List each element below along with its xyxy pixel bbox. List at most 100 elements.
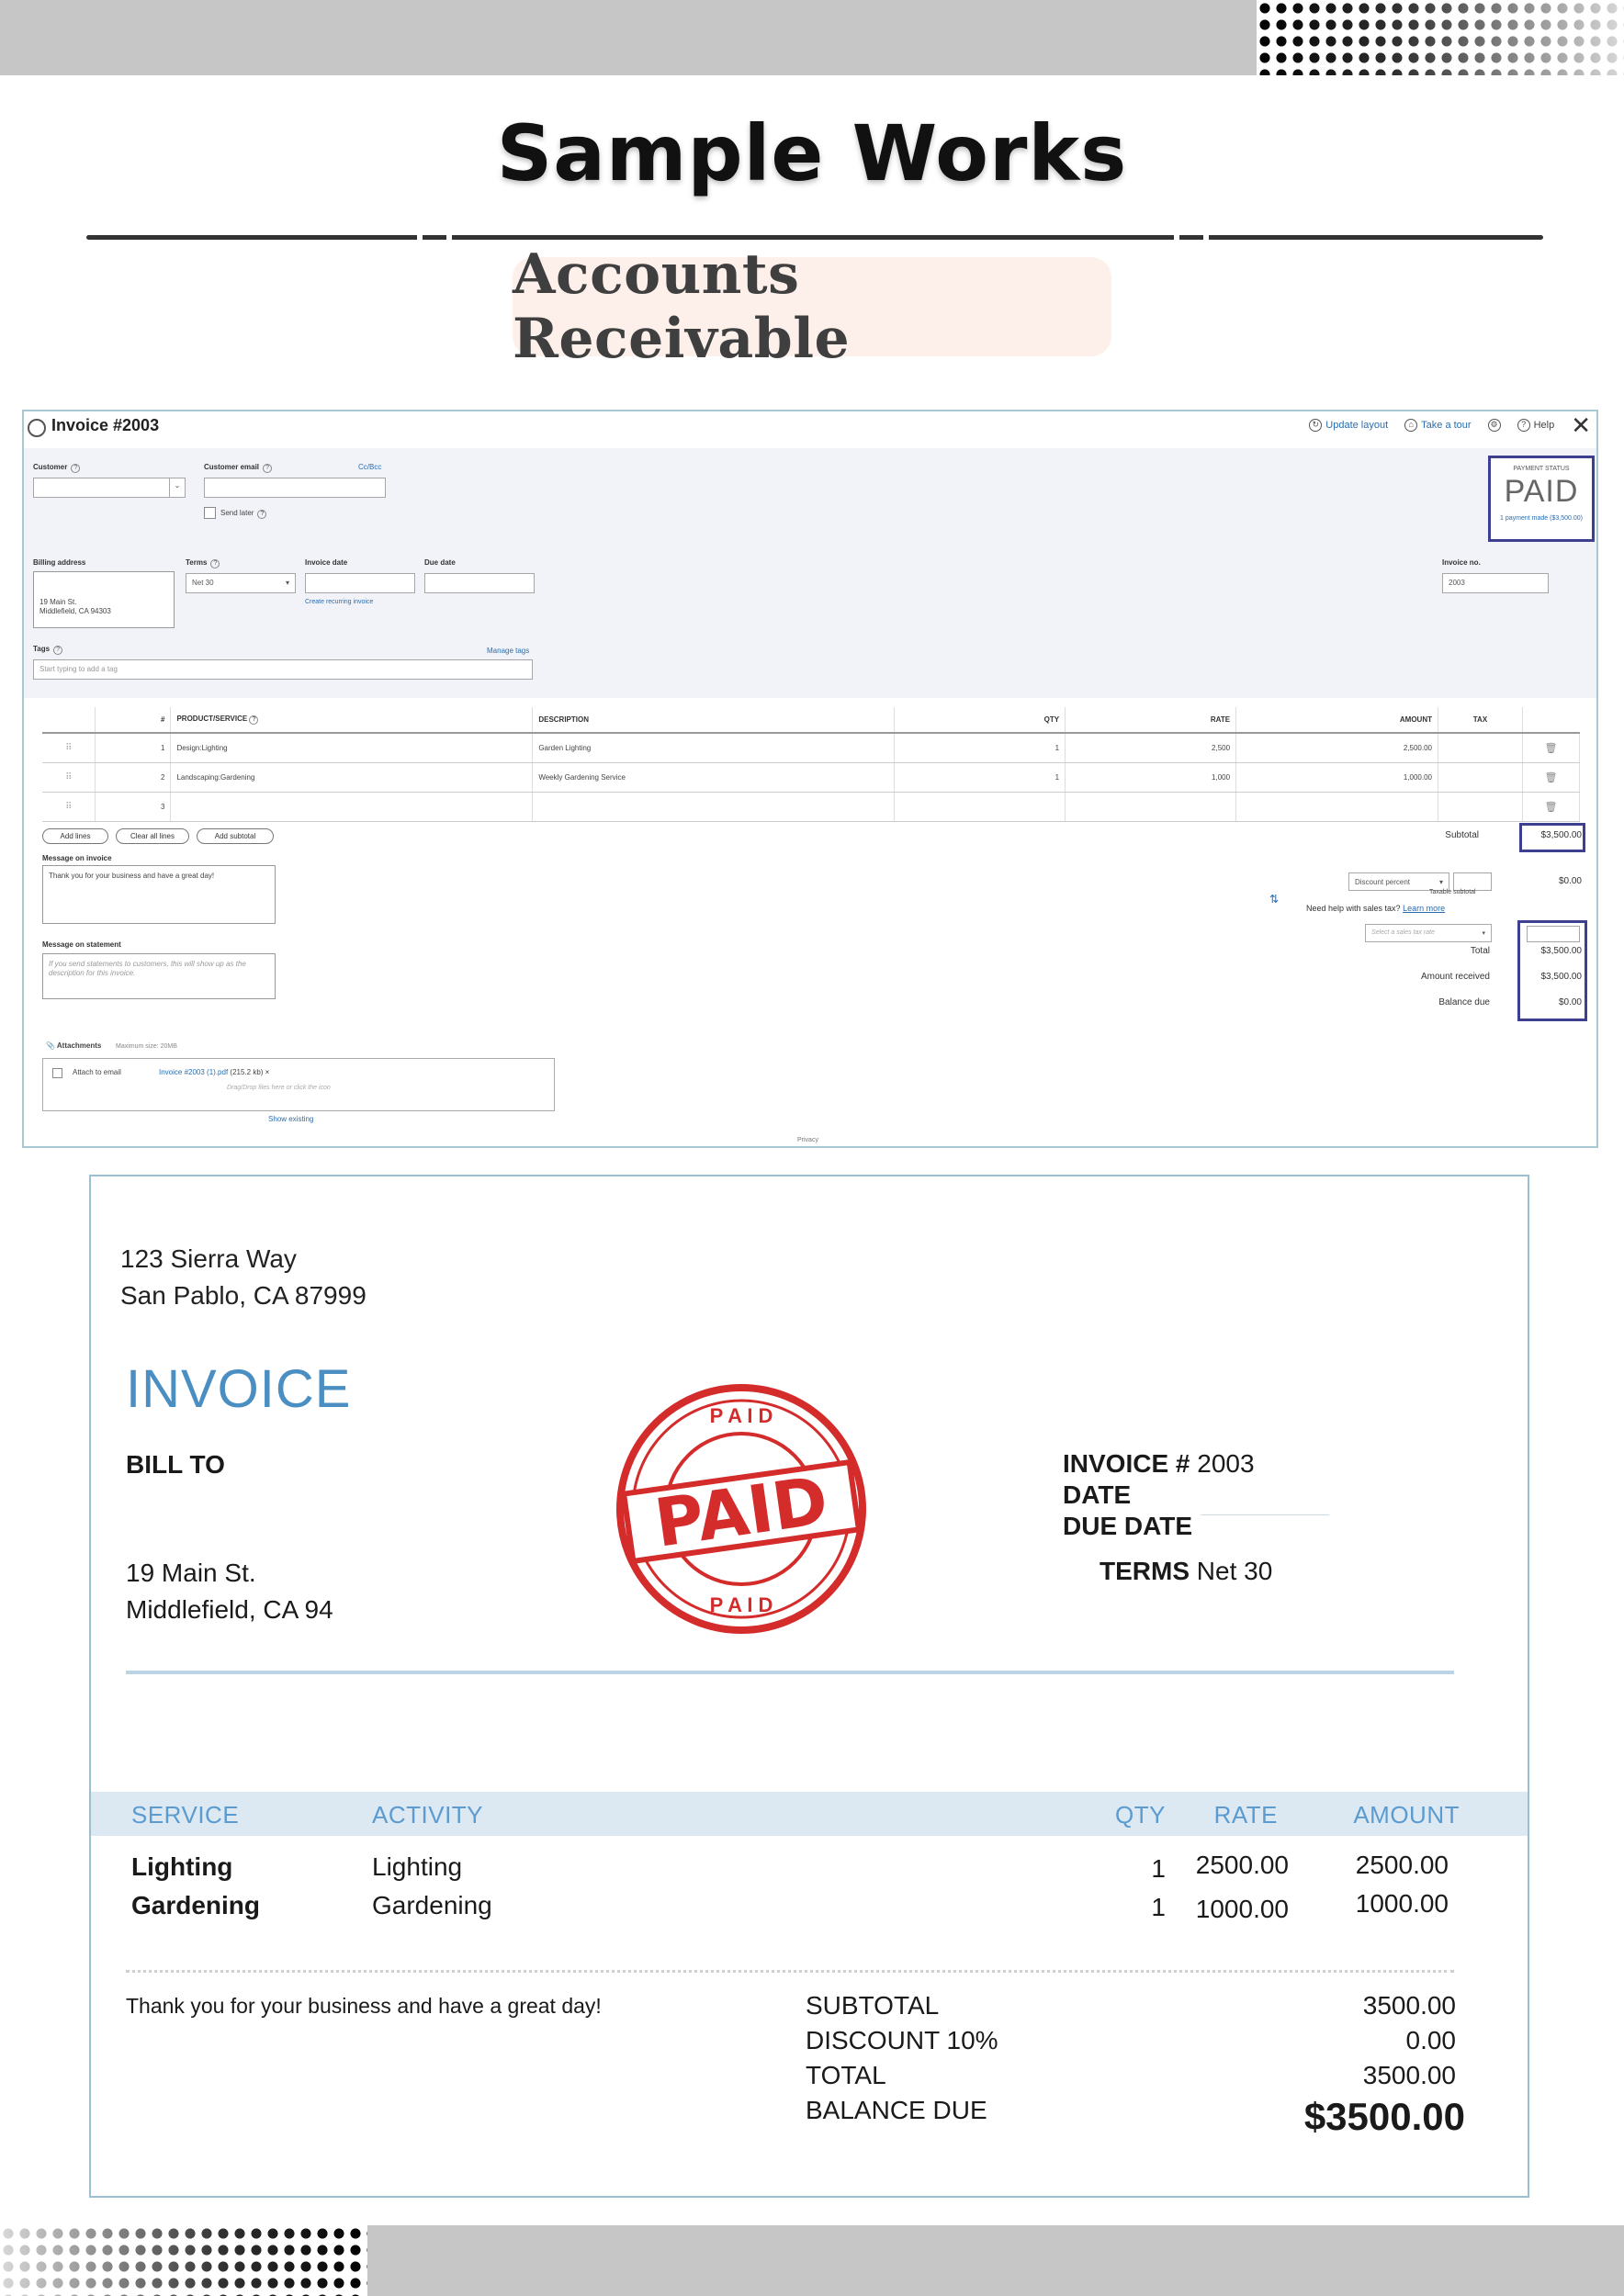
col-tax: TAX (1438, 707, 1523, 734)
message-invoice-field[interactable]: Thank you for your business and have a g… (42, 865, 276, 924)
take-tour-button[interactable]: ⌂ Take a tour (1404, 419, 1472, 432)
customer-select[interactable] (33, 478, 186, 498)
editor-title: Invoice #2003 (51, 416, 160, 434)
rate-cell[interactable]: 1,000 (1065, 762, 1237, 793)
amount-received-label: Amount received (1420, 972, 1490, 982)
attach-email-checkbox[interactable] (52, 1068, 62, 1078)
attachment-file-link[interactable]: Invoice #2003 (1).pdf (215.2 kb) × (159, 1068, 269, 1076)
stamp-ring-top: P A I D (710, 1404, 773, 1427)
customer-email-input[interactable] (204, 478, 386, 498)
payment-status-value: PAID (1504, 474, 1579, 509)
total-label: Total (1470, 946, 1490, 956)
line-activity: Gardening (372, 1891, 492, 1919)
product-cell[interactable]: Landscaping:Gardening (170, 762, 534, 793)
terms-select[interactable]: Net 30 ▾ (186, 573, 296, 593)
add-subtotal-button[interactable]: Add subtotal (197, 828, 274, 844)
stamp-ring-bottom: P A I D (710, 1593, 773, 1616)
tax-cell[interactable] (1438, 733, 1523, 763)
message-statement-field[interactable]: If you send statements to customers, thi… (42, 953, 276, 999)
due-date-label: Due date (424, 558, 456, 567)
invoice-title: INVOICE (126, 1359, 352, 1419)
add-lines-button[interactable]: Add lines (42, 828, 108, 844)
discount-input[interactable] (1453, 872, 1492, 891)
amount-cell[interactable] (1235, 792, 1438, 822)
customer-label: Customer? (33, 463, 81, 473)
description-cell[interactable] (532, 792, 896, 822)
line-rate: 2500.00 (1195, 1851, 1289, 1879)
learn-more-link[interactable]: Learn more (1403, 904, 1445, 913)
total-value: 3500.00 (1362, 2061, 1456, 2089)
amount-cell[interactable]: 1,000.00 (1235, 762, 1438, 793)
clear-lines-button[interactable]: Clear all lines (116, 828, 189, 844)
line-service: Lighting (131, 1852, 233, 1881)
close-icon[interactable]: ✕ (1571, 413, 1591, 437)
send-later-checkbox[interactable] (204, 507, 216, 519)
invoice-no-label: Invoice no. (1442, 558, 1481, 567)
section-pill: Accounts Receivable (513, 242, 1111, 371)
tax-cell[interactable] (1438, 762, 1523, 793)
qty-cell[interactable] (894, 792, 1066, 822)
due-date-input[interactable] (424, 573, 535, 593)
table-row[interactable]: ⠿ 3 🗑 (42, 792, 1581, 822)
cc-bcc-link[interactable]: Cc/Bcc (358, 463, 381, 471)
description-cell[interactable]: Garden Lighting (532, 733, 896, 763)
table-row[interactable]: ⠿ 1 Design:Lighting Garden Lighting 1 2,… (42, 733, 1581, 763)
drag-handle-icon[interactable]: ⠿ (42, 792, 96, 822)
sales-tax-rate-select[interactable]: Select a sales tax rate ▾ (1365, 924, 1492, 942)
drop-hint: Drag/Drop files here or click the icon (227, 1085, 331, 1091)
table-row[interactable]: ⠿ 2 Landscaping:Gardening Weekly Gardeni… (42, 762, 1581, 793)
balance-due-value: $3500.00 (1303, 2095, 1465, 2138)
terms-value: Net 30 (1196, 1557, 1273, 1585)
history-icon[interactable] (28, 419, 46, 437)
qty-cell[interactable]: 1 (894, 733, 1066, 763)
billing-address-field[interactable]: 19 Main St. Middlefield, CA 94303 (33, 571, 175, 628)
rate-cell[interactable] (1065, 792, 1237, 822)
invoice-number: 2003 (1197, 1449, 1255, 1478)
attachment-dropzone[interactable]: Attach to email Invoice #2003 (1).pdf (2… (42, 1058, 555, 1111)
tour-icon: ⌂ (1404, 419, 1418, 432)
description-cell[interactable]: Weekly Gardening Service (532, 762, 896, 793)
amount-cell[interactable]: 2,500.00 (1235, 733, 1438, 763)
chevron-down-icon[interactable]: ⌄ (169, 478, 186, 498)
tax-cell[interactable] (1438, 792, 1523, 822)
help-button[interactable]: ? Help (1517, 419, 1554, 432)
invoice-date-input[interactable] (305, 573, 415, 593)
privacy-link[interactable]: Privacy (797, 1137, 818, 1143)
discount-select[interactable]: Discount percent ▾ (1348, 872, 1449, 891)
invoice-no-input[interactable]: 2003 (1442, 573, 1549, 593)
trash-icon[interactable]: 🗑 (1522, 762, 1581, 793)
update-layout-button[interactable]: ↻ Update layout (1309, 419, 1388, 432)
section-title: Accounts Receivable (513, 242, 851, 371)
header-amount: AMOUNT (1353, 1801, 1460, 1829)
tax-amount-input[interactable] (1527, 926, 1580, 942)
create-recurring-link[interactable]: Create recurring invoice (305, 599, 373, 605)
swap-icon[interactable]: ⇅ (1269, 893, 1279, 906)
invoice-form: Customer? ⌄ Customer email? Cc/Bcc Send … (24, 448, 1596, 698)
payment-made-link[interactable]: 1 payment made ($3,500.00) (1491, 515, 1592, 522)
manage-tags-link[interactable]: Manage tags (487, 647, 529, 655)
drag-handle-icon[interactable]: ⠿ (42, 762, 96, 793)
col-description: DESCRIPTION (532, 707, 896, 734)
from-address: 123 Sierra Way San Pablo, CA 87999 (120, 1244, 367, 1310)
message-invoice-label: Message on invoice (42, 854, 112, 862)
rate-cell[interactable]: 2,500 (1065, 733, 1237, 763)
subtotal-label: Subtotal (1445, 830, 1479, 840)
product-cell[interactable] (170, 792, 534, 822)
discount-value: $0.00 (1558, 876, 1582, 886)
tags-label: Tags? (33, 645, 63, 655)
line-activity: Lighting (372, 1852, 463, 1881)
product-cell[interactable]: Design:Lighting (170, 733, 534, 763)
show-existing-link[interactable]: Show existing (268, 1115, 313, 1123)
drag-handle-icon[interactable]: ⠿ (42, 733, 96, 763)
trash-icon[interactable]: 🗑 (1522, 792, 1581, 822)
settings-button[interactable]: ⚙ (1487, 419, 1501, 432)
balance-due-value: $0.00 (1558, 997, 1582, 1007)
paperclip-icon: 📎 (46, 1041, 55, 1050)
tags-input[interactable]: Start typing to add a tag (33, 659, 533, 680)
attach-email-label: Attach to email (73, 1068, 121, 1076)
discount-label: DISCOUNT 10% (806, 2026, 998, 2054)
qty-cell[interactable]: 1 (894, 762, 1066, 793)
table-header-row: # PRODUCT/SERVICE ? DESCRIPTION QTY RATE… (42, 707, 1580, 734)
col-qty: QTY (894, 707, 1066, 734)
trash-icon[interactable]: 🗑 (1522, 733, 1581, 763)
